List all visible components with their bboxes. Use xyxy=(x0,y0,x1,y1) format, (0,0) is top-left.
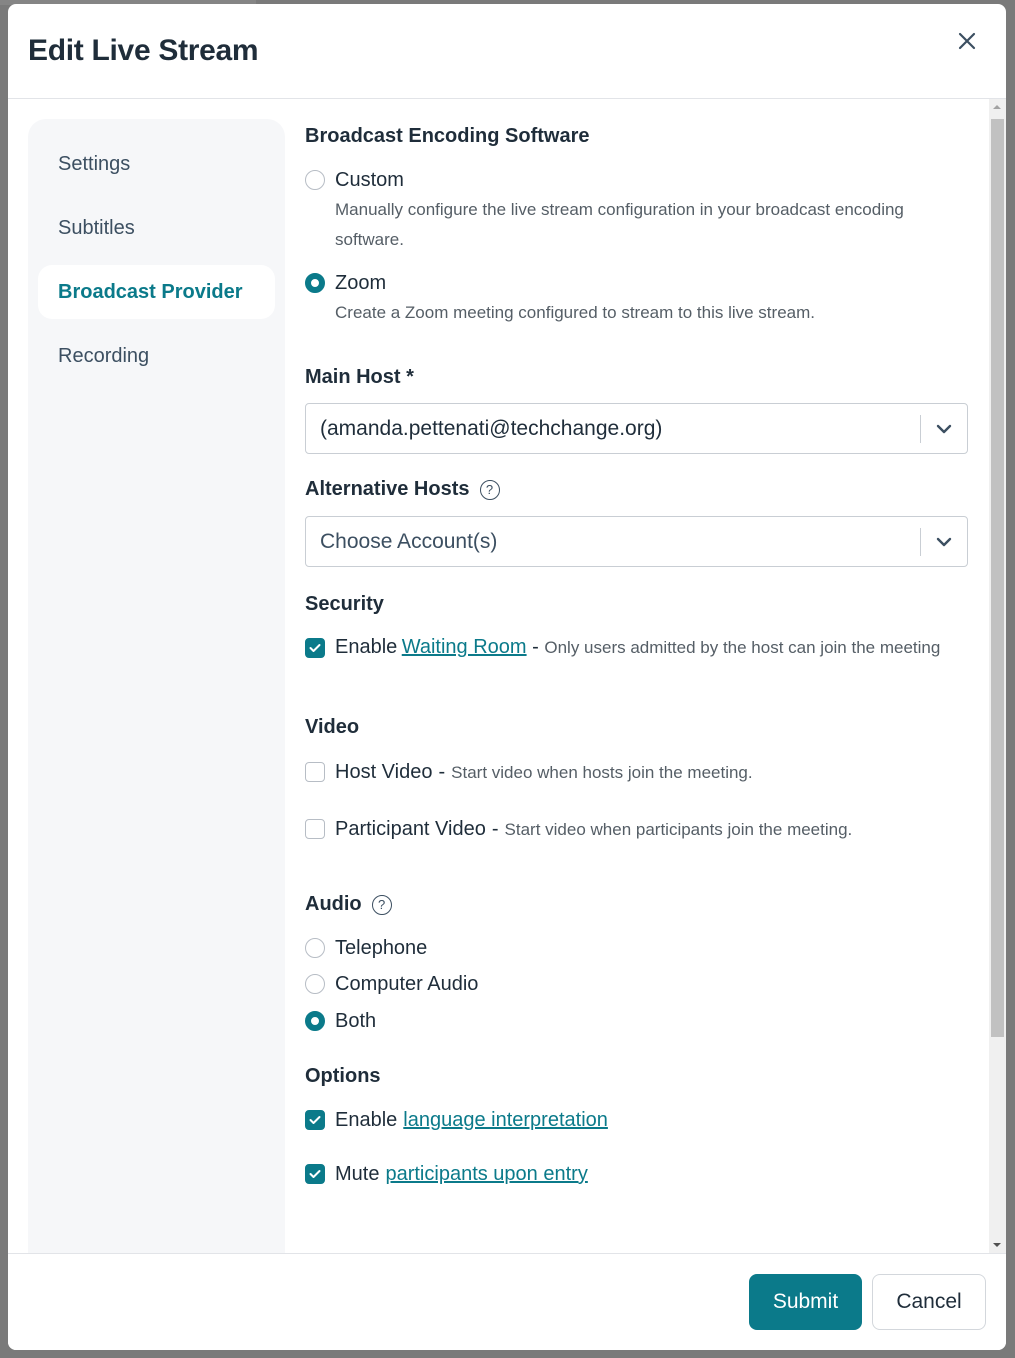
waiting-room-dash: - xyxy=(526,636,545,658)
audio-option-telephone[interactable]: Telephone xyxy=(305,936,980,960)
modal-header: Edit Live Stream xyxy=(8,4,1006,99)
custom-label: Custom xyxy=(335,169,404,191)
zoom-description: Create a Zoom meeting configured to stre… xyxy=(335,303,815,322)
participant-video-label: Participant Video xyxy=(335,818,486,840)
edit-live-stream-modal: Edit Live Stream Settings Subtitles Broa… xyxy=(8,4,1006,1350)
waiting-room-option: Enable Waiting Room - Only users admitte… xyxy=(305,636,980,666)
modal-body-scrollbar[interactable] xyxy=(989,99,1006,1253)
modal-body: Settings Subtitles Broadcast Provider Re… xyxy=(8,99,1006,1253)
audio-option-computer-audio[interactable]: Computer Audio xyxy=(305,972,980,996)
cancel-button[interactable]: Cancel xyxy=(872,1274,986,1330)
waiting-room-link[interactable]: Waiting Room xyxy=(402,636,527,658)
video-section-title: Video xyxy=(305,716,360,738)
host-video-label: Host Video xyxy=(335,761,433,783)
language-interpretation-link[interactable]: language interpretation xyxy=(403,1108,608,1132)
help-circle-icon[interactable]: ? xyxy=(371,894,392,915)
alternative-hosts-heading: Alternative Hosts ? xyxy=(305,478,980,501)
participant-video-description: Start video when participants join the m… xyxy=(504,820,853,839)
alternative-hosts-select[interactable]: Choose Account(s) xyxy=(305,516,968,567)
encoding-option-zoom[interactable]: Zoom xyxy=(305,271,980,295)
audio-heading: Audio ? xyxy=(305,893,980,916)
alternative-hosts-placeholder: Choose Account(s) xyxy=(320,529,498,553)
close-button[interactable] xyxy=(954,28,980,54)
computer-audio-radio[interactable] xyxy=(305,974,325,994)
chevron-down-icon xyxy=(936,537,952,547)
chevron-down-icon xyxy=(936,424,952,434)
check-icon xyxy=(309,1170,321,1178)
modal-footer: Submit Cancel xyxy=(8,1253,1006,1350)
host-video-option: Host Video - Start video when hosts join… xyxy=(305,760,980,786)
mute-participants-checkbox[interactable] xyxy=(305,1164,325,1184)
scrollbar-thumb[interactable] xyxy=(991,119,1004,1037)
waiting-room-description: Only users admitted by the host can join… xyxy=(544,638,941,657)
custom-description: Manually configure the live stream confi… xyxy=(335,200,904,249)
main-host-select[interactable]: (amanda.pettenati@techchange.org) xyxy=(305,403,968,454)
broadcast-provider-form: Broadcast Encoding Software Custom Manua… xyxy=(305,99,980,1253)
waiting-room-prefix: Enable xyxy=(335,636,398,658)
alternative-hosts-label: Alternative Hosts xyxy=(305,478,470,500)
sidebar-item-subtitles[interactable]: Subtitles xyxy=(38,201,275,255)
scroll-up-arrow-icon[interactable] xyxy=(993,105,1001,109)
audio-section-title: Audio xyxy=(305,893,362,915)
host-video-description: Start video when hosts join the meeting. xyxy=(451,763,753,782)
mute-participants-prefix: Mute xyxy=(335,1163,380,1185)
zoom-label: Zoom xyxy=(335,272,387,294)
waiting-room-checkbox[interactable] xyxy=(305,638,325,658)
telephone-radio[interactable] xyxy=(305,938,325,958)
dash-separator: - xyxy=(491,818,499,840)
custom-radio[interactable] xyxy=(305,170,325,190)
main-host-value: (amanda.pettenati@techchange.org) xyxy=(320,416,663,440)
main-host-label: Main Host * xyxy=(305,366,414,388)
check-icon xyxy=(309,644,321,652)
audio-option-both[interactable]: Both xyxy=(305,1009,980,1033)
sidebar-item-broadcast-provider[interactable]: Broadcast Provider xyxy=(38,265,275,319)
sidebar-item-settings[interactable]: Settings xyxy=(38,137,275,191)
both-radio[interactable] xyxy=(305,1011,325,1031)
language-interpretation-checkbox[interactable] xyxy=(305,1110,325,1130)
select-separator xyxy=(920,415,921,443)
help-circle-icon[interactable]: ? xyxy=(479,479,500,500)
security-section-title: Security xyxy=(305,593,384,615)
language-interpretation-option: Enable language interpretation xyxy=(305,1108,980,1132)
sidebar-item-recording[interactable]: Recording xyxy=(38,329,275,383)
scroll-down-arrow-icon[interactable] xyxy=(993,1243,1001,1247)
submit-button[interactable]: Submit xyxy=(749,1274,862,1330)
mute-participants-option: Mute participants upon entry xyxy=(305,1162,980,1186)
select-separator xyxy=(920,528,921,556)
modal-title: Edit Live Stream xyxy=(28,34,259,67)
dash-separator: - xyxy=(438,761,446,783)
encoding-section-title: Broadcast Encoding Software xyxy=(305,125,590,147)
both-label: Both xyxy=(335,1010,377,1032)
computer-audio-label: Computer Audio xyxy=(335,973,479,995)
mute-participants-link[interactable]: participants upon entry xyxy=(385,1162,587,1186)
telephone-label: Telephone xyxy=(335,937,428,959)
language-interpretation-prefix: Enable xyxy=(335,1109,398,1131)
participant-video-option: Participant Video - Start video when par… xyxy=(305,817,980,843)
check-icon xyxy=(309,1116,321,1124)
options-section-title: Options xyxy=(305,1065,381,1087)
close-icon xyxy=(958,32,976,50)
zoom-radio[interactable] xyxy=(305,273,325,293)
sidebar-nav: Settings Subtitles Broadcast Provider Re… xyxy=(28,119,285,1253)
waiting-room-text: Enable Waiting Room - Only users admitte… xyxy=(335,631,965,666)
host-video-checkbox[interactable] xyxy=(305,762,325,782)
participant-video-checkbox[interactable] xyxy=(305,819,325,839)
encoding-option-custom[interactable]: Custom xyxy=(305,168,980,192)
